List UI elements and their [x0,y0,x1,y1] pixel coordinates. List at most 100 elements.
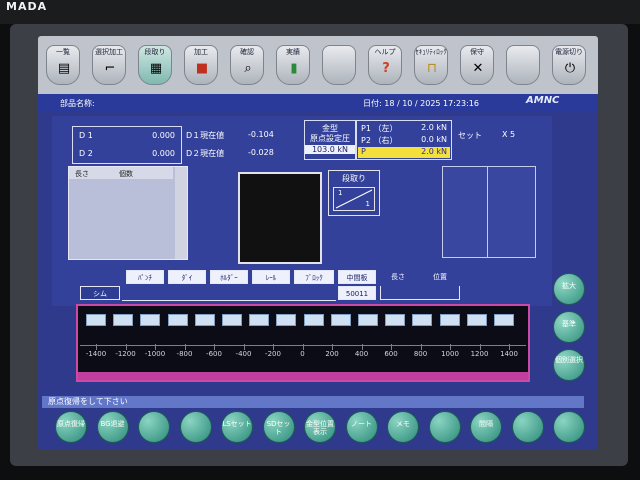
mold-pressure-box: 金型 原点設定圧 103.0 kN [304,120,356,160]
toolbar-help-button[interactable]: ヘルプ? [368,45,402,85]
tab-block[interactable]: ﾌﾞﾛｯｸ [294,270,334,284]
power-icon: ⏻ [564,61,576,76]
tool-segment[interactable] [412,314,433,326]
bottom-button-7[interactable]: 金型位置表示 [305,412,335,442]
pressure-box: P1 （左） 2.0 kN P2 （右） 0.0 kN P 2.0 kN [356,120,452,160]
brand-label: MADA [6,0,48,13]
bend-icon: ⌐ [104,61,116,76]
ruler-tick-label: 400 [354,350,369,358]
toolbar-confirm-button[interactable]: 確認 ⌕ [230,45,264,85]
tool-segment[interactable] [140,314,161,326]
bottom-button-3[interactable] [139,412,169,442]
ruler-tick-label: 1200 [470,350,489,358]
list-scrollbar[interactable] [175,167,187,259]
toolbar-setup-button[interactable]: 段取り ▦ [138,45,172,85]
bottom-button-9[interactable]: メモ [388,412,418,442]
ruler-tick-label: -800 [176,350,193,358]
toolbar-list-button[interactable]: 一覧 ▤ [46,45,80,85]
top-toolbar: 一覧 ▤ 選択加工 ⌐ 段取り ▦ 加工 ■ 確認 ⌕ 実績 ▮ ヘルプ? ｾｷｭﾘﾃｨﾛｯ… [38,36,598,94]
tab-rail[interactable]: ﾚｰﾙ [252,270,290,284]
help-icon: ? [382,61,390,76]
tab-holder[interactable]: ﾎﾙﾀﾞｰ [210,270,248,284]
setup-icon: ▦ [149,61,163,76]
multiplier-label[interactable]: X 5 [502,130,515,139]
bottom-button-4[interactable] [180,412,211,442]
ruler-tick-label: 600 [384,350,398,358]
tool-segment[interactable] [113,314,134,326]
reference-button[interactable]: 基準 [554,312,584,342]
toolbar-empty-button-1[interactable] [322,45,356,85]
length-count-list[interactable]: 長さ 個数 [68,166,188,260]
d-current-box: D１現在値 -0.104 D２現在値 -0.028 [186,130,274,158]
tools-icon: ✕ [472,61,484,76]
ruler-tick-label: 0 [300,350,305,358]
ruler-tick-label: 1400 [500,350,518,358]
tool-segment[interactable] [358,314,378,326]
bottom-button-5[interactable]: LSセット [222,412,252,442]
set-label[interactable]: セット [458,130,482,141]
tool-segment[interactable] [303,314,324,326]
bottom-button-8[interactable]: ノート [346,412,377,442]
middle-plate-value: 50011 [338,286,376,300]
tab-shim[interactable]: シム [80,286,120,300]
toolbar-power-button[interactable]: 電源切り ⏻ [552,45,586,85]
tab-position[interactable]: 位置 [422,270,458,284]
part-name-label: 部品名称: [60,99,95,108]
tab-middle-plate[interactable]: 中間板 [338,270,376,284]
tab-punch[interactable]: ﾊﾟﾝﾁ [126,270,164,284]
ruler-tick-label: 200 [325,350,339,358]
tool-segment[interactable] [439,314,460,326]
bottom-button-13[interactable] [554,412,584,442]
tool-segment[interactable] [276,314,297,326]
info-bar: 部品名称: 日付: 18 / 10 / 2025 17:23:16 AMNC [38,94,598,112]
press-icon: ■ [195,61,209,76]
d-values-box: D 1 0.000 D 2 0.000 [72,126,182,164]
right-info-panel [442,166,536,258]
tool-segment[interactable] [494,314,514,326]
tool-segment[interactable] [167,314,188,326]
ruler-tick-label: 800 [413,350,428,358]
bottom-button-1[interactable]: 原点復帰 [56,412,86,442]
toolbar-maintenance-button[interactable]: 保守 ✕ [460,45,494,85]
ruler-tick-label: -1000 [144,350,166,358]
toolbar-select-button[interactable]: 選択加工 ⌐ [92,45,126,85]
tool-segment[interactable] [86,314,106,326]
tool-segment[interactable] [330,314,351,326]
tool-layout-strip[interactable]: -1400 -1200 -1000 -800 -600 -400 -200 0 200 400 60… [76,304,530,382]
zoom-button[interactable]: 拡大 [554,274,584,304]
tool-segment[interactable] [222,314,242,326]
tool-segment[interactable] [249,314,270,326]
tool-segment[interactable] [194,314,215,326]
status-message: 原点復帰をして下さい [42,396,584,408]
tool-segment[interactable] [385,314,406,326]
tool-segment[interactable] [466,314,487,326]
bottom-button-11[interactable]: 間隔 [471,412,501,442]
toolbar-process-button[interactable]: 加工 ■ [184,45,218,85]
ruler-tick-label: -1200 [115,350,136,358]
p-value-highlight[interactable]: P 2.0 kN [358,147,450,158]
ruler-tick-label: -1400 [85,350,107,358]
ruler-tick-label: -600 [206,350,222,358]
lock-icon: ⊓ [426,61,438,76]
amnc-logo: AMNC [526,95,560,106]
bottom-button-2[interactable]: BG退避 [97,412,128,442]
toolbar-results-button[interactable]: 実績 ▮ [276,45,310,85]
tab-length[interactable]: 長さ [380,270,416,284]
magnifier-icon: ⌕ [244,61,252,76]
ruler-tick-label: -200 [265,350,281,358]
bottom-button-10[interactable] [429,412,460,442]
setup-info-box: 段取り 1 1 [328,170,380,216]
tab-die[interactable]: ﾀﾞｲ [168,270,206,284]
bottom-button-6[interactable]: SDセット [263,412,294,442]
chart-icon: ▮ [290,61,298,76]
bottom-button-12[interactable] [512,412,543,442]
toolbar-empty-button-2[interactable] [506,45,540,85]
toolbar-security-button[interactable]: ｾｷｭﾘﾃｨﾛｯｸ ⊓ [414,45,448,85]
bend-preview [238,172,322,264]
machine-screen: 一覧 ▤ 選択加工 ⌐ 段取り ▦ 加工 ■ 確認 ⌕ 実績 ▮ ヘルプ? ｾｷｭﾘﾃｨﾛｯ… [38,36,598,450]
individual-select-button[interactable]: 個別選択 [554,350,584,380]
monitor-bezel-top: MADA [0,0,640,24]
list-icon: ▤ [57,61,71,76]
ruler-tick-label: -400 [235,350,252,358]
ruler-tick-label: 1000 [441,350,459,358]
